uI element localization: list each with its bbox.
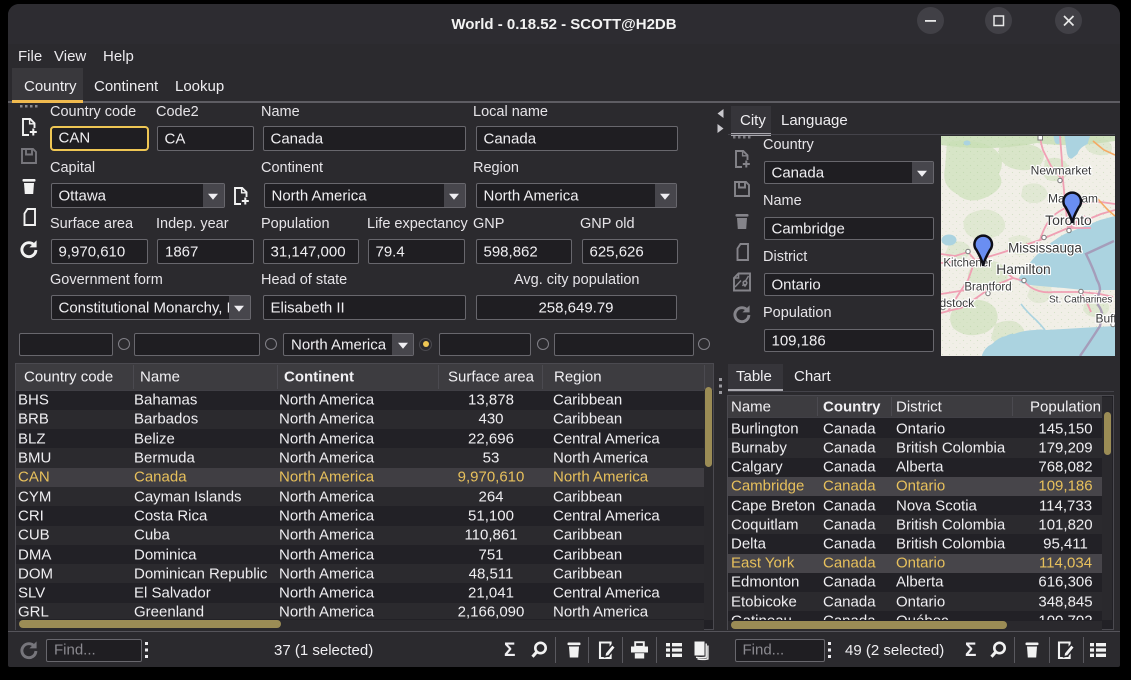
svg-text:Newmarket: Newmarket: [1031, 163, 1092, 177]
svg-text:dstock: dstock: [941, 296, 975, 310]
svg-text:Brantford: Brantford: [964, 281, 1011, 293]
svg-text:St. Catharines: St. Catharines: [1049, 294, 1112, 305]
svg-text:Mississauga: Mississauga: [1008, 240, 1082, 255]
svg-text:Hamilton: Hamilton: [996, 262, 1050, 277]
svg-text:Buffalo: Buffalo: [1096, 311, 1116, 325]
